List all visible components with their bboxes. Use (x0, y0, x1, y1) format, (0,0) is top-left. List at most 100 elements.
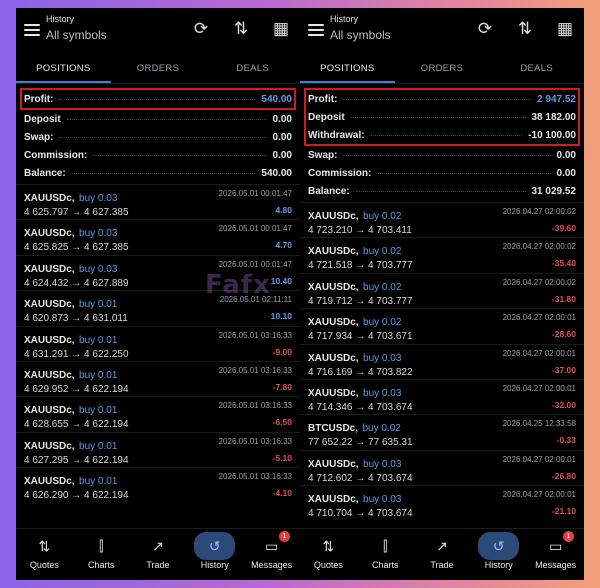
summary-label: Balance: (308, 185, 350, 197)
deal-row[interactable]: XAUUSDc, buy 0.01 2026.05.01 03:16:33 4 62… (16, 360, 300, 396)
deal-prices: 4 628.655 → 4 622.194 (24, 419, 129, 431)
deal-time: 2026.05.01 00:01:47 (218, 259, 292, 269)
deal-symbol: XAUUSDc, (308, 458, 359, 470)
header-title[interactable]: All symbols (330, 28, 391, 42)
deal-side: buy 0.02 (363, 211, 402, 222)
trade-icon: ↗ (152, 538, 164, 554)
deal-symbol: XAUUSDc, (24, 263, 75, 275)
summary-row: Withdrawal: -10 100.00 (308, 126, 576, 144)
deal-profit: 4.80 (275, 205, 292, 215)
deal-time: 2026.04.27 02:00:01 (502, 454, 576, 464)
summary-row: Swap: 0.00 (308, 146, 576, 164)
summary-value: 31 029.52 (531, 185, 577, 197)
deal-profit: -7.80 (272, 381, 292, 392)
deal-profit: -28.60 (551, 329, 576, 340)
deal-time: 2026.04.27 02:00:02 (502, 277, 576, 287)
menu-icon[interactable] (24, 24, 40, 36)
deal-prices: 4 627.295 → 4 622.194 (24, 454, 129, 466)
deal-profit: -6.50 (272, 417, 292, 428)
messages-icon: ▭ (264, 538, 279, 554)
summary-value: 0.00 (556, 149, 576, 161)
deal-row[interactable]: XAUUSDc, buy 0.03 2026.04.27 02:00:01 4 71… (300, 378, 584, 414)
calendar-icon[interactable]: ▦ (270, 18, 292, 40)
nav-history[interactable]: ↺ History (470, 529, 527, 580)
deal-row[interactable]: XAUUSDc, buy 0.01 2026.05.01 03:16:33 4 63… (16, 325, 300, 361)
tab-deals[interactable]: DEALS (205, 54, 300, 83)
deal-row[interactable]: XAUUSDc, buy 0.01 2026.05.01 03:16:33 4 62… (16, 467, 300, 502)
deal-row[interactable]: BTCUSDc, buy 0.02 2026.04.25 12:33:58 77 6… (300, 414, 584, 449)
nav-label: Messages (251, 560, 293, 570)
deal-row[interactable]: XAUUSDc, buy 0.02 2026.04.27 02:00:02 4 71… (300, 272, 584, 308)
nav-trade[interactable]: ↗ Trade (414, 529, 471, 580)
history-icon: ↺ (194, 532, 236, 560)
deal-symbol: XAUUSDc, (308, 387, 359, 399)
deal-row[interactable]: XAUUSDc, buy 0.01 2026.05.01 03:16:33 4 62… (16, 431, 300, 467)
phone-right: History All symbols ⟳ ⇅ ▦ POSITIONS ORDERS DEAL… (300, 8, 584, 580)
tab-positions[interactable]: POSITIONS (16, 54, 111, 83)
menu-icon[interactable] (308, 24, 324, 36)
nav-quotes[interactable]: ⇅ Quotes (300, 529, 357, 580)
tab-orders[interactable]: ORDERS (111, 54, 206, 83)
sort-icon[interactable]: ⇅ (514, 18, 536, 40)
quotes-icon: ⇅ (38, 538, 51, 554)
deal-side: buy 0.01 (79, 440, 118, 452)
tab-orders[interactable]: ORDERS (395, 54, 490, 83)
nav-charts[interactable]: ⫿ Charts (73, 529, 130, 580)
deal-side: buy 0.03 (79, 263, 118, 275)
nav-quotes[interactable]: ⇅ Quotes (16, 529, 73, 580)
deal-row[interactable]: XAUUSDc, buy 0.03 2026.04.27 02:00:01 4 71… (300, 343, 584, 379)
sync-icon[interactable]: ⟳ (190, 18, 212, 40)
calendar-icon[interactable]: ▦ (554, 18, 576, 40)
messages-icon: ▭ (548, 538, 563, 554)
summary-label: Swap: (308, 149, 338, 161)
deal-row[interactable]: XAUUSDc, buy 0.03 2026.05.01 00:01:47 4 62… (16, 219, 300, 254)
sync-icon[interactable]: ⟳ (474, 18, 496, 40)
dot-leader (370, 134, 523, 136)
dot-leader (343, 98, 532, 100)
deal-symbol: XAUUSDc, (308, 211, 359, 222)
deal-row[interactable]: XAUUSDc, buy 0.02 2026.04.27 02:00:01 4 71… (300, 308, 584, 343)
deal-symbol: XAUUSDc, (24, 193, 75, 204)
deal-profit: 10.10 (270, 311, 292, 322)
deal-row[interactable]: XAUUSDc, buy 0.03 2026.05.01 00:01:47 4 62… (16, 184, 300, 219)
dot-leader (71, 172, 256, 174)
nav-label: Trade (146, 560, 170, 570)
deal-side: buy 0.03 (363, 352, 402, 364)
deal-prices: 4 712.602 → 4 703.674 (308, 472, 413, 484)
tab-deals[interactable]: DEALS (489, 54, 584, 83)
deal-side: buy 0.02 (362, 423, 401, 435)
nav-label: Trade (430, 560, 454, 570)
deal-symbol: XAUUSDc, (24, 476, 75, 488)
deal-prices: 4 620.873 → 4 631.011 (24, 313, 128, 325)
summary-row: Deposit 38 182.00 (308, 108, 576, 126)
deal-symbol: XAUUSDc, (308, 494, 359, 506)
summary-value: -10 100.00 (528, 129, 576, 141)
deal-side: buy 0.01 (79, 334, 118, 346)
nav-trade[interactable]: ↗ Trade (130, 529, 187, 580)
nav-history[interactable]: ↺ History (186, 529, 243, 580)
tab-positions[interactable]: POSITIONS (300, 54, 395, 83)
dot-leader (59, 136, 267, 138)
summary-value: 38 182.00 (531, 111, 577, 123)
charts-icon: ⫿ (98, 538, 104, 554)
nav-messages[interactable]: ▭ Messages 1 (527, 529, 584, 580)
deal-side: buy 0.03 (363, 387, 402, 399)
deal-prices: 4 721.518 → 4 703.777 (308, 260, 413, 272)
deal-row[interactable]: XAUUSDc, buy 0.01 2026.05.01 03:16:33 4 62… (16, 396, 300, 431)
deals-list: XAUUSDc, buy 0.02 2026.04.27 02:00:02 4 72… (300, 202, 584, 521)
deal-row[interactable]: XAUUSDc, buy 0.03 2026.04.27 02:00:01 4 71… (300, 485, 584, 520)
nav-charts[interactable]: ⫿ Charts (357, 529, 414, 580)
header-title[interactable]: All symbols (46, 28, 107, 42)
nav-messages[interactable]: ▭ Messages 1 (243, 529, 300, 580)
summary-label: Deposit (308, 111, 345, 123)
badge-count: 1 (278, 531, 290, 542)
sort-icon[interactable]: ⇅ (230, 18, 252, 40)
deal-time: 2026.04.27 02:00:01 (502, 490, 576, 500)
summary-value: 0.00 (272, 149, 292, 161)
nav-label: Quotes (29, 560, 59, 570)
deal-row[interactable]: XAUUSDc, buy 0.02 2026.04.27 02:00:02 4 72… (300, 202, 584, 237)
deal-row[interactable]: XAUUSDc, buy 0.03 2026.04.27 02:00:01 4 71… (300, 449, 584, 485)
deal-row[interactable]: XAUUSDc, buy 0.02 2026.04.27 02:00:02 4 72… (300, 237, 584, 272)
deal-prices: 4 710.704 → 4 703.674 (308, 508, 413, 520)
summary-section: Profit: 540.00 Deposit 0.00 Swap: 0.00 Commiss… (16, 84, 300, 182)
